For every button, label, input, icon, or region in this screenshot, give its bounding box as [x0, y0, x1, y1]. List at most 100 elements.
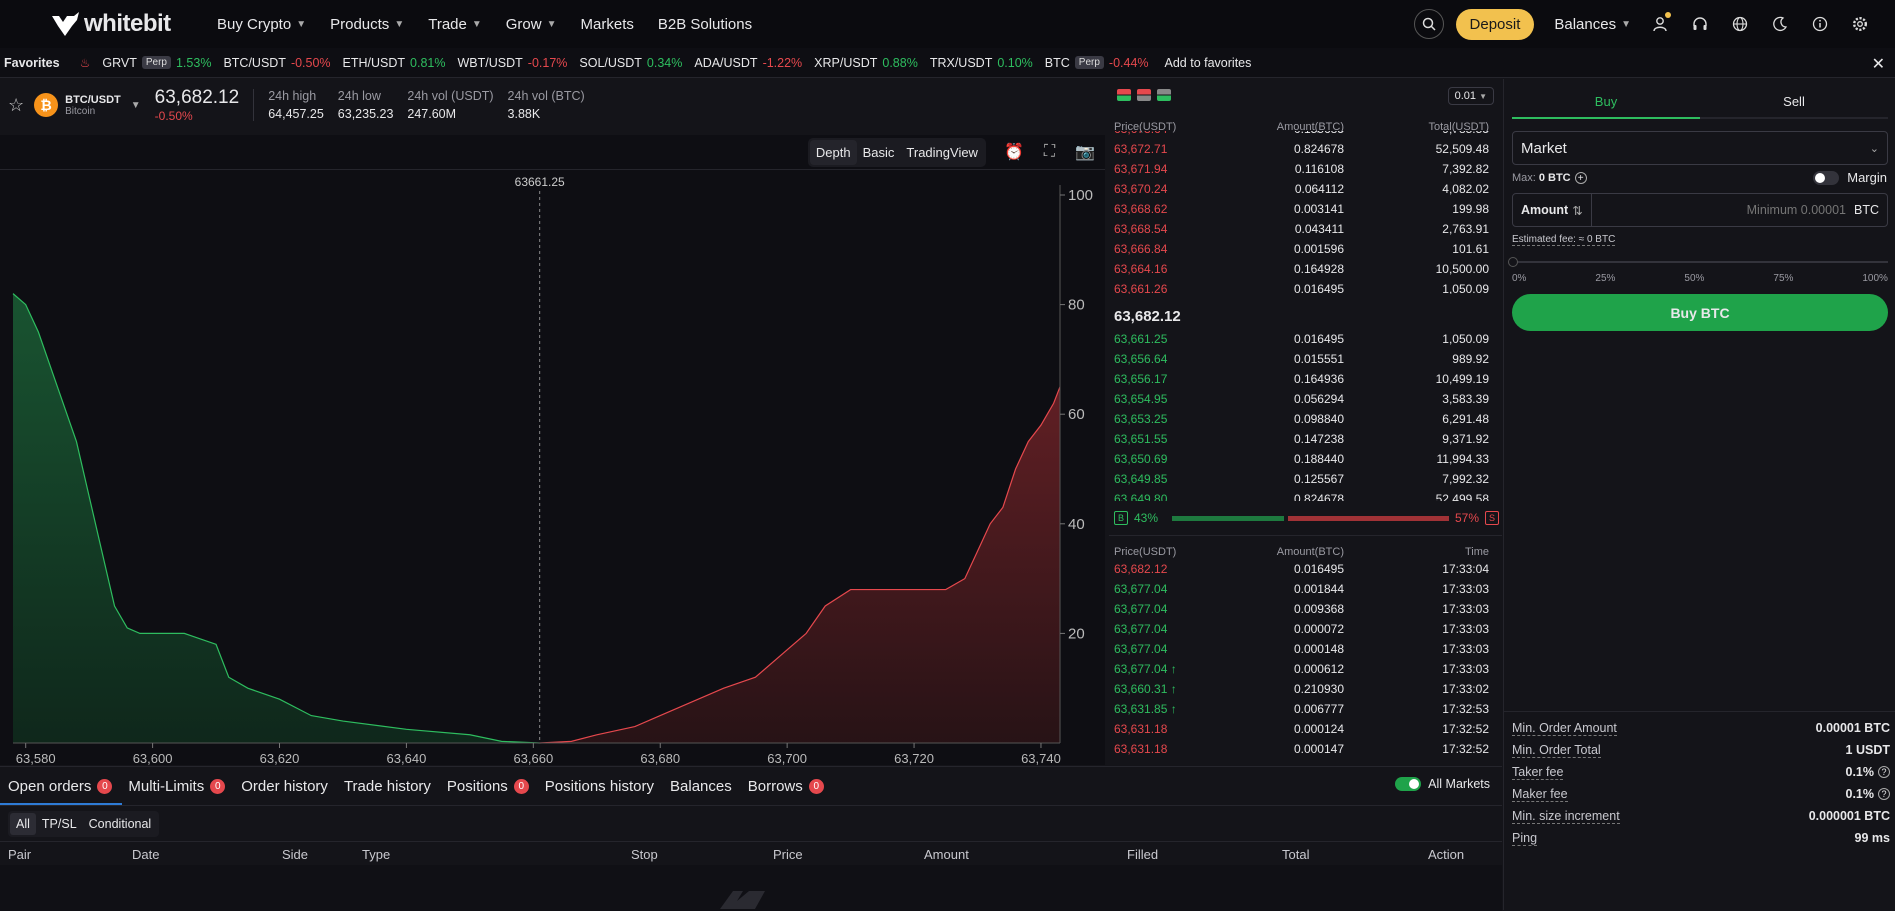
chart-tab-basic[interactable]: Basic — [857, 140, 901, 165]
book-row[interactable]: 63,656.17 0.164936 10,499.19 — [1114, 369, 1494, 389]
tab-borrows[interactable]: Borrows 0 — [748, 775, 824, 797]
column-header-date: Date — [132, 847, 160, 862]
favorite-ticker[interactable]: TRX/USDT 0.10% — [930, 56, 1033, 70]
filter-tp-sl[interactable]: TP/SL — [36, 813, 83, 835]
pair-selector[interactable]: ₿ BTC/USDT Bitcoin ▼ — [34, 93, 141, 117]
slider-mark[interactable]: 0% — [1512, 273, 1526, 284]
favorite-ticker[interactable]: WBT/USDT -0.17% — [458, 56, 568, 70]
book-row[interactable]: 63,661.26 0.016495 1,050.09 — [1114, 279, 1494, 294]
profile-icon[interactable] — [1649, 12, 1671, 35]
trade-row: 63,631.18 0.000124 17:32:52 — [1114, 719, 1494, 739]
amount-input[interactable] — [1591, 203, 1846, 217]
tab-positions[interactable]: Positions 0 — [447, 775, 529, 797]
nav-item-products[interactable]: Products ▼ — [330, 16, 404, 33]
swap-icon[interactable]: ⇅ — [1572, 203, 1582, 218]
amount-field[interactable]: Amount ⇅ BTC — [1512, 193, 1888, 227]
search-icon[interactable] — [1413, 9, 1444, 39]
precision-select[interactable]: 0.01 ▼ — [1447, 87, 1494, 105]
tab-multi-limits[interactable]: Multi-Limits 0 — [128, 775, 226, 797]
count-badge: 0 — [210, 778, 226, 794]
nav-item-trade[interactable]: Trade ▼ — [428, 16, 482, 33]
book-row[interactable]: 63,668.54 0.043411 2,763.91 — [1114, 219, 1494, 239]
book-amount: 0.001596 — [1293, 242, 1344, 256]
book-both-icon[interactable] — [1117, 89, 1131, 101]
chart-tab-tradingview[interactable]: TradingView — [900, 140, 984, 165]
slider-handle[interactable] — [1508, 257, 1518, 267]
close-icon[interactable]: ✕ — [1872, 54, 1885, 74]
all-markets-toggle[interactable] — [1395, 777, 1422, 791]
whitebit-logo[interactable]: whitebit — [50, 10, 185, 38]
book-row[interactable]: 63,656.64 0.015551 989.92 — [1114, 349, 1494, 369]
book-row[interactable]: 63,673.640.1556859,785.55 — [1114, 131, 1494, 139]
nav-item-b2b-solutions[interactable]: B2B Solutions — [658, 16, 752, 33]
book-asks-icon[interactable] — [1137, 89, 1151, 101]
amount-slider[interactable] — [1508, 257, 1888, 267]
trade-row: 63,677.04 0.000072 17:33:03 — [1114, 619, 1494, 639]
book-row[interactable]: 63,661.25 0.016495 1,050.09 — [1114, 329, 1494, 349]
slider-mark[interactable]: 25% — [1595, 273, 1615, 284]
star-icon[interactable]: ☆ — [8, 95, 24, 116]
add-to-favorites-link[interactable]: Add to favorites — [1165, 56, 1252, 70]
tab-trade-history[interactable]: Trade history — [344, 775, 431, 797]
tab-open-orders[interactable]: Open orders 0 — [8, 775, 113, 797]
book-row[interactable]: 63,672.71 0.824678 52,509.48 — [1114, 139, 1494, 159]
favorite-ticker[interactable]: ETH/USDT 0.81% — [343, 56, 446, 70]
favorite-ticker[interactable]: XRP/USDT 0.88% — [814, 56, 918, 70]
book-row[interactable]: 63,670.24 0.064112 4,082.02 — [1114, 179, 1494, 199]
slider-mark[interactable]: 75% — [1773, 273, 1793, 284]
nav-item-buy-crypto[interactable]: Buy Crypto ▼ — [217, 16, 306, 33]
book-bids-icon[interactable] — [1157, 89, 1171, 101]
trade-time: 17:32:53 — [1442, 702, 1489, 716]
favorite-ticker[interactable]: BTC/USDT -0.50% — [223, 56, 330, 70]
tab-balances[interactable]: Balances — [670, 775, 732, 797]
help-icon[interactable]: ? — [1878, 788, 1890, 800]
filter-all[interactable]: All — [10, 813, 36, 835]
favorite-ticker[interactable]: ADA/USDT -1.22% — [694, 56, 802, 70]
nav-item-grow[interactable]: Grow ▼ — [506, 16, 557, 33]
balances-menu[interactable]: Balances ▼ — [1554, 16, 1631, 33]
sell-tab[interactable]: Sell — [1700, 89, 1888, 119]
gear-icon[interactable] — [1849, 13, 1871, 35]
favorite-ticker[interactable]: GRVT Perp 1.53% — [102, 56, 211, 70]
tab-order-history[interactable]: Order history — [241, 775, 328, 797]
chart-tab-depth[interactable]: Depth — [809, 139, 857, 165]
book-row[interactable]: 63,664.16 0.164928 10,500.00 — [1114, 259, 1494, 279]
trade-price: 63,631.18 — [1114, 742, 1168, 756]
alarm-clock-icon[interactable]: ⏰ — [1004, 142, 1024, 162]
camera-icon[interactable]: 📷 — [1075, 142, 1095, 162]
book-row[interactable]: 63,666.84 0.001596 101.61 — [1114, 239, 1494, 259]
trade-price: 63,682.12 — [1114, 562, 1168, 576]
tab-positions-history[interactable]: Positions history — [545, 775, 654, 797]
help-icon[interactable]: ? — [1878, 766, 1890, 778]
fullscreen-icon[interactable]: ⛶ — [1044, 143, 1055, 161]
book-row[interactable]: 63,668.62 0.003141 199.98 — [1114, 199, 1494, 219]
nav-item-markets[interactable]: Markets — [581, 16, 634, 33]
book-row[interactable]: 63,651.55 0.147238 9,371.92 — [1114, 429, 1494, 449]
nav-item-label: Grow — [505, 15, 542, 33]
slider-mark[interactable]: 50% — [1684, 273, 1704, 284]
depth-chart[interactable]: 63661.25 100 80 60 40 20 63,580 63,600 63,620 63,… — [0, 169, 1105, 765]
favorite-ticker[interactable]: SOL/USDT 0.34% — [579, 56, 682, 70]
buy-tab[interactable]: Buy — [1512, 89, 1700, 119]
info-label: Min. size increment — [1512, 808, 1620, 824]
buy-btc-button[interactable]: Buy BTC — [1512, 294, 1888, 331]
slider-mark[interactable]: 100% — [1862, 273, 1888, 284]
trade-amount: 0.001844 — [1293, 582, 1344, 596]
book-row[interactable]: 63,653.25 0.098840 6,291.48 — [1114, 409, 1494, 429]
margin-toggle[interactable] — [1813, 170, 1840, 185]
book-row[interactable]: 63,654.95 0.056294 3,583.39 — [1114, 389, 1494, 409]
support-headset-icon[interactable] — [1689, 13, 1711, 35]
deposit-button[interactable]: Deposit — [1455, 8, 1535, 40]
globe-icon[interactable] — [1729, 13, 1751, 35]
pair-name: BTC/USDT — [65, 93, 121, 106]
info-icon[interactable] — [1809, 13, 1831, 35]
book-row[interactable]: 63,649.85 0.125567 7,992.32 — [1114, 469, 1494, 489]
filter-conditional[interactable]: Conditional — [83, 813, 158, 835]
book-row[interactable]: 63,650.69 0.188440 11,994.33 — [1114, 449, 1494, 469]
book-row[interactable]: 63,649.80 0.824678 52,499.58 — [1114, 489, 1494, 501]
order-type-select[interactable]: Market ⌄ — [1512, 131, 1888, 165]
plus-circle-icon[interactable]: + — [1574, 172, 1587, 184]
book-row[interactable]: 63,671.94 0.116108 7,392.82 — [1114, 159, 1494, 179]
favorite-ticker[interactable]: BTC Perp -0.44% — [1045, 56, 1149, 70]
moon-icon[interactable] — [1769, 13, 1791, 35]
